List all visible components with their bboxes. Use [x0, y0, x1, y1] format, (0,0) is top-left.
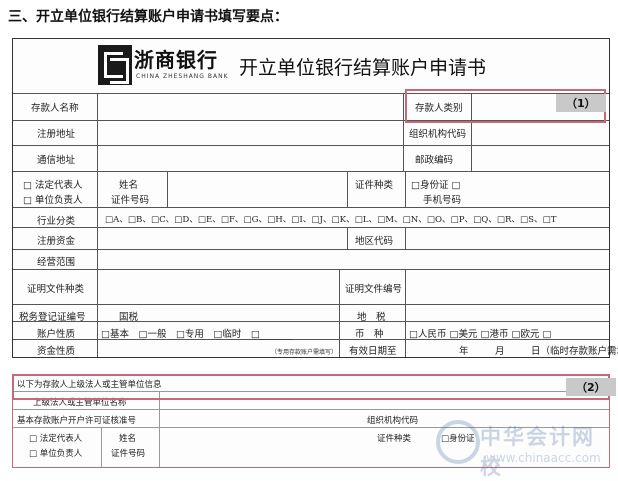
org-code-label: 组织机构代码 [409, 129, 467, 140]
postcode-label: 邮政编码 [415, 155, 454, 166]
account-nature-label: 账户性质 [37, 329, 76, 340]
industry-options[interactable]: □A、□B、□C、□D、□E、□F、□G、□H、□I、□J、□K、□L、□M、□… [105, 213, 557, 225]
callout-box-2 [12, 374, 610, 400]
reg-capital-label: 注册资金 [37, 236, 76, 247]
bank-name: 浙商银行 [134, 48, 218, 72]
mobile-label: 手机号码 [423, 195, 462, 206]
watermark-url: www.chinaacc.com [486, 451, 601, 465]
bank-emblem-icon [98, 45, 132, 85]
superior-id-number-label: 证件号码 [111, 449, 146, 459]
id-type-label: 证件种类 [355, 180, 394, 191]
currency-options[interactable]: □人民币 □美元 □港币 □欧元 □ [409, 326, 551, 340]
mail-address-label: 通信地址 [37, 155, 76, 166]
year-label: 年 [459, 346, 469, 357]
bank-name-en: CHINA ZHESHANG BANK [136, 73, 229, 80]
callout-number-1: （1） [556, 94, 606, 112]
legal-rep-checkbox[interactable]: □ 法定代表人 [23, 177, 83, 191]
fund-nature-label: 资金性质 [37, 346, 76, 357]
area-code-label: 地区代码 [355, 236, 394, 247]
basic-permit-label: 基本存款账户开户许可证核准号 [17, 416, 137, 426]
id-number-label: 证件号码 [111, 195, 150, 206]
tax-reg-label: 税务登记证编号 [19, 312, 86, 323]
doc-number-label: 证明文件编号 [345, 284, 403, 295]
doc-type-label: 证明文件种类 [27, 284, 85, 295]
callout-number-2: （2） [566, 378, 616, 396]
special-account-note: （专用存款账户需填写） [271, 349, 338, 356]
superior-org-code-label: 组织机构代码 [367, 416, 419, 426]
reg-address-label: 注册地址 [37, 129, 76, 140]
day-label: 日（临时存款账户需填写） [531, 346, 618, 357]
month-label: 月 [495, 346, 505, 357]
currency-label: 币 种 [355, 329, 384, 340]
account-nature-options[interactable]: □基本 □一般 □专用 □临时 □_______ [101, 326, 293, 340]
national-tax-label: 国税 [119, 312, 139, 323]
id-card-option[interactable]: □身份证 □ [411, 177, 460, 191]
business-scope-label: 经营范围 [37, 257, 76, 268]
watermark-logo-icon [436, 420, 480, 464]
valid-until-label: 有效日期至 [349, 346, 397, 357]
unit-head-checkbox[interactable]: □ 单位负责人 [23, 192, 83, 206]
superior-legal-rep-checkbox[interactable]: □ 法定代表人 [29, 432, 82, 444]
name-label: 姓名 [119, 180, 139, 191]
application-form: 浙商银行 CHINA ZHESHANG BANK 开立单位银行结算账户申请书 存… [12, 38, 618, 358]
industry-label: 行业分类 [37, 216, 76, 227]
superior-unit-head-checkbox[interactable]: □ 单位负责人 [29, 447, 82, 459]
page-heading: 三、开立单位银行结算账户申请书填写要点： [8, 9, 288, 25]
site-watermark: 中华会计网校 www.chinaacc.com [436, 420, 612, 479]
depositor-name-label: 存款人名称 [31, 103, 79, 114]
form-title: 开立单位银行结算账户申请书 [239, 57, 487, 79]
bank-logo: 浙商银行 CHINA ZHESHANG BANK [98, 45, 233, 85]
local-tax-label: 地 税 [357, 312, 386, 323]
superior-id-type-label: 证件种类 [377, 434, 412, 444]
superior-name-field-label: 姓名 [119, 434, 137, 444]
